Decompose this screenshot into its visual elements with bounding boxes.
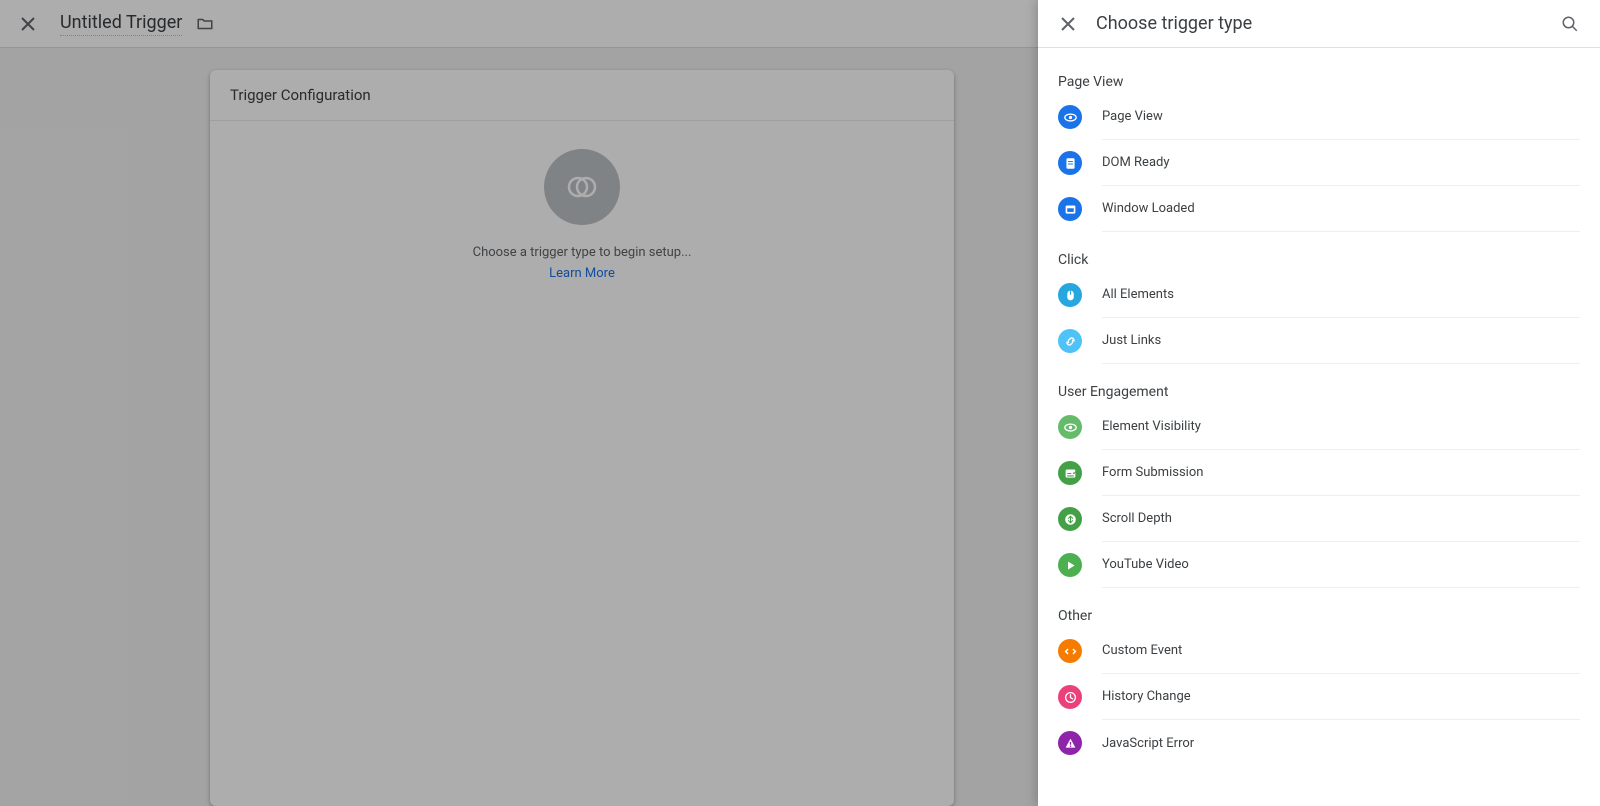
form-icon — [1058, 461, 1082, 485]
close-panel-button[interactable] — [1056, 12, 1080, 36]
panel-header: Choose trigger type — [1038, 0, 1600, 48]
learn-more-link[interactable]: Learn More — [549, 266, 615, 281]
trigger-type-label: History Change — [1102, 689, 1191, 704]
trigger-placeholder-icon — [544, 149, 620, 225]
trigger-type-element-visibility[interactable]: Element Visibility — [1038, 404, 1600, 450]
trigger-type-label: YouTube Video — [1102, 557, 1189, 572]
trigger-type-label: JavaScript Error — [1102, 736, 1194, 751]
close-editor-button[interactable] — [16, 12, 40, 36]
link-icon — [1058, 329, 1082, 353]
trigger-type-label: Element Visibility — [1102, 419, 1201, 434]
trigger-type-scroll-depth[interactable]: Scroll Depth — [1038, 496, 1600, 542]
mouse-icon — [1058, 283, 1082, 307]
trigger-type-javascript-error[interactable]: JavaScript Error — [1038, 720, 1600, 766]
trigger-type-just-links[interactable]: Just Links — [1038, 318, 1600, 364]
trigger-type-label: Form Submission — [1102, 465, 1203, 480]
trigger-group-label: Click — [1038, 232, 1600, 272]
choose-trigger-type-panel: Choose trigger type Page View Page View DO… — [1038, 0, 1600, 806]
trigger-type-label: Window Loaded — [1102, 201, 1195, 216]
trigger-type-label: Just Links — [1102, 333, 1161, 348]
trigger-config-title: Trigger Configuration — [210, 70, 954, 121]
trigger-type-history-change[interactable]: History Change — [1038, 674, 1600, 720]
window-icon — [1058, 197, 1082, 221]
history-icon — [1058, 685, 1082, 709]
trigger-type-label: Custom Event — [1102, 643, 1182, 658]
trigger-type-label: All Elements — [1102, 287, 1174, 302]
trigger-name-input[interactable]: Untitled Trigger — [60, 12, 182, 36]
trigger-type-list: Page View Page View DOM Ready Window Loaded… — [1038, 48, 1600, 806]
folder-icon[interactable] — [196, 15, 214, 33]
trigger-type-youtube-video[interactable]: YouTube Video — [1038, 542, 1600, 588]
trigger-type-label: Scroll Depth — [1102, 511, 1172, 526]
trigger-type-dom-ready[interactable]: DOM Ready — [1038, 140, 1600, 186]
code-icon — [1058, 639, 1082, 663]
trigger-group-label: Page View — [1038, 54, 1600, 94]
trigger-type-label: DOM Ready — [1102, 155, 1170, 170]
eye-icon — [1058, 415, 1082, 439]
trigger-config-hint: Choose a trigger type to begin setup... — [473, 245, 692, 260]
search-button[interactable] — [1558, 12, 1582, 36]
warn-icon — [1058, 731, 1082, 755]
trigger-group-label: Other — [1038, 588, 1600, 628]
scroll-icon — [1058, 507, 1082, 531]
trigger-type-all-elements[interactable]: All Elements — [1038, 272, 1600, 318]
trigger-type-page-view[interactable]: Page View — [1038, 94, 1600, 140]
trigger-type-label: Page View — [1102, 109, 1163, 124]
trigger-config-card[interactable]: Trigger Configuration Choose a trigger t… — [210, 70, 954, 806]
panel-title: Choose trigger type — [1096, 13, 1558, 34]
eye-icon — [1058, 105, 1082, 129]
trigger-type-custom-event[interactable]: Custom Event — [1038, 628, 1600, 674]
trigger-group-label: User Engagement — [1038, 364, 1600, 404]
doc-icon — [1058, 151, 1082, 175]
play-icon — [1058, 553, 1082, 577]
trigger-type-window-loaded[interactable]: Window Loaded — [1038, 186, 1600, 232]
trigger-type-form-submission[interactable]: Form Submission — [1038, 450, 1600, 496]
